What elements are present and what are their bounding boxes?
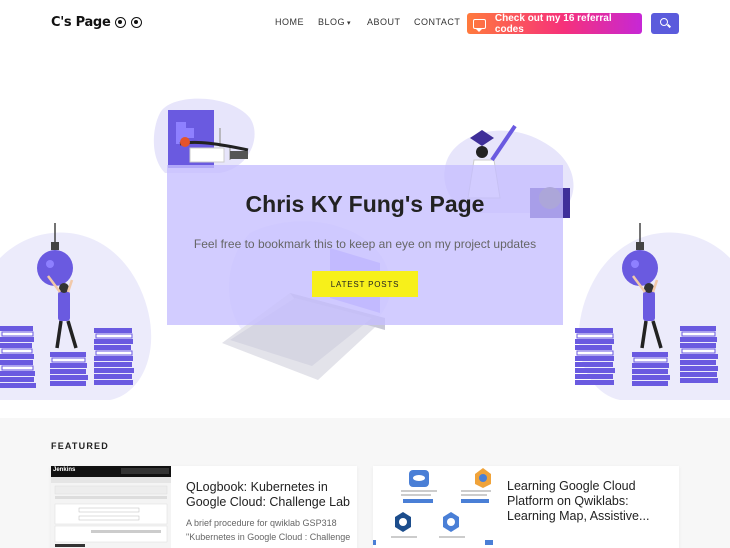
latest-posts-button[interactable]: LATEST POSTS [312,271,418,297]
featured-post-card[interactable]: Learning Google Cloud Platform on Qwikla… [373,466,679,548]
nav-contact[interactable]: CONTACT [414,17,460,27]
nav-blog[interactable]: BLOG ▾ [318,17,351,27]
hero-card: Chris KY Fung's Page Feel free to bookma… [167,165,563,325]
post-thumbnail[interactable] [373,466,493,548]
referral-codes-button[interactable]: Check out my 16 referral codes [467,12,642,35]
nav-home[interactable]: HOME [275,17,304,27]
chat-bubble-icon [473,18,486,32]
nav-blog-label: BLOG [318,17,346,27]
right-lamp-figure [575,223,730,400]
post-excerpt: A brief procedure for qwiklab GSP318 "Ku… [186,516,354,544]
featured-post-card[interactable]: Jenkins QLogbook: Kubernetes in Google C… [51,466,357,548]
post-title[interactable]: QLogbook: Kubernetes in Google Cloud: Ch… [186,480,351,510]
post-excerpt-line: A brief procedure for qwiklab GSP318 [186,518,337,528]
puzzle-figure [153,98,255,173]
post-title[interactable]: Learning Google Cloud Platform on Qwikla… [507,479,672,524]
featured-heading: FEATURED [51,441,109,451]
chevron-down-icon: ▾ [347,20,352,27]
post-thumbnail[interactable]: Jenkins [51,466,171,548]
search-icon [660,18,668,26]
hero-banner: Chris KY Fung's Page Feel free to bookma… [0,48,730,418]
referral-codes-label: Check out my 16 referral codes [494,12,612,35]
site-header: C's Page HOME BLOG ▾ ABOUT CONTACT Check … [0,0,730,48]
site-logo[interactable]: C's Page [51,15,143,30]
search-button[interactable] [651,13,679,34]
post-excerpt-line: "Kubernetes in Google Cloud : Challenge [186,532,351,542]
logo-eye-icon [131,17,143,28]
hero-title: Chris KY Fung's Page [245,191,485,217]
nav-about[interactable]: ABOUT [367,17,401,27]
jenkins-screenshot-image [51,466,171,548]
qwiklabs-badges-image [373,466,493,548]
thumbnail-header-text: Jenkins [53,467,76,473]
logo-text: C's Page [51,15,111,30]
left-lamp-figure [0,223,152,400]
logo-eye-icon [115,17,127,28]
hero-subtitle: Feel free to bookmark this to keep an ey… [193,237,537,251]
